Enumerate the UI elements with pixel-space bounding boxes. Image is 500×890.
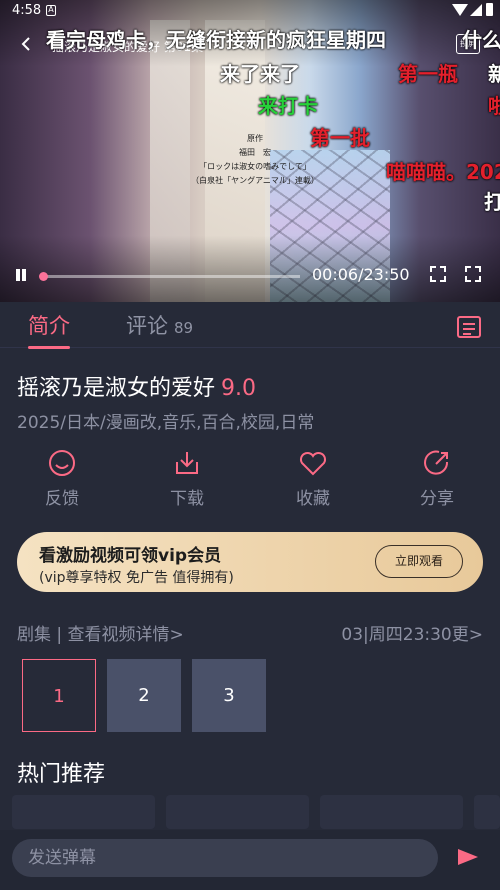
landscape-fullscreen-icon[interactable]: [430, 266, 446, 282]
danmaku-comment: 打: [484, 190, 500, 214]
danmaku-list-icon[interactable]: [457, 316, 481, 338]
seek-bar-handle[interactable]: [39, 272, 49, 281]
status-time: 4:58: [12, 3, 42, 18]
tab-intro[interactable]: 简介: [28, 310, 70, 349]
send-icon[interactable]: [458, 849, 478, 865]
rating-score: 9.0: [221, 376, 257, 401]
recommend-cards: [12, 795, 500, 829]
back-arrow-icon[interactable]: [18, 36, 36, 54]
feedback-label: 反馈: [45, 489, 79, 509]
feedback-button[interactable]: 反馈: [17, 448, 107, 509]
anime-tags: 2025/日本/漫画改,音乐,百合,校园,日常: [17, 413, 315, 433]
anime-title: 摇滚乃是淑女的爱好: [17, 376, 216, 401]
battery-icon: [486, 3, 493, 16]
action-row: 反馈 下载 收藏 分享: [0, 448, 500, 510]
hot-recommend-title: 热门推荐: [17, 762, 106, 787]
episode-header: 剧集 | 查看视频详情> 03|周四23:30更>: [17, 620, 483, 645]
vip-headline: 看激励视频可领vip会员: [39, 546, 222, 566]
status-bar: 4:58 A: [0, 0, 500, 22]
pause-icon[interactable]: [14, 268, 28, 282]
share-icon: [422, 448, 452, 478]
detail-tabs: 简介 评论 89: [0, 302, 500, 349]
credit-line: 福田 宏: [239, 148, 271, 157]
anime-title-row: 摇滚乃是淑女的爱好 9.0: [17, 370, 256, 402]
credit-line: 原作: [247, 134, 263, 143]
app-notification-icon: A: [46, 5, 56, 16]
episode-details-link[interactable]: 剧集 | 查看视频详情>: [17, 625, 184, 645]
danmaku-comment: 来打卡: [258, 94, 318, 118]
download-icon: [172, 448, 202, 478]
danmaku-comment: 第一瓶: [398, 62, 458, 86]
anime-credit-overlay: 原作 福田 宏 「ロックは淑女の嗜みでして」 （白泉社「ヤングアニマル」連載）: [190, 132, 320, 188]
heart-icon: [298, 448, 328, 478]
share-button[interactable]: 分享: [392, 448, 482, 509]
download-button[interactable]: 下载: [142, 448, 232, 509]
credit-line: 「ロックは淑女の嗜みでして」: [199, 162, 311, 171]
episode-button[interactable]: 1: [22, 659, 96, 732]
tab-comments-label: 评论: [126, 314, 168, 338]
episode-button[interactable]: 2: [107, 659, 181, 732]
danmaku-comment: 啦: [488, 94, 500, 118]
signal-icon: [470, 4, 482, 16]
recommend-card[interactable]: [474, 795, 500, 829]
episode-button[interactable]: 3: [192, 659, 266, 732]
favorite-label: 收藏: [296, 489, 330, 509]
danmaku-comment: 新: [488, 62, 500, 86]
favorite-button[interactable]: 收藏: [268, 448, 358, 509]
vip-banner[interactable]: 看激励视频可领vip会员 (vip尊享特权 免广告 值得拥有) 立即观看: [17, 532, 483, 592]
recommend-card[interactable]: [12, 795, 155, 829]
playback-time: 00:06/23:50: [312, 265, 410, 284]
fullscreen-icon[interactable]: [465, 266, 481, 282]
smile-icon: [47, 448, 77, 478]
update-schedule-link[interactable]: 03|周四23:30更>: [341, 620, 483, 645]
danmaku-input[interactable]: 发送弹幕: [12, 839, 438, 877]
recommend-card[interactable]: [320, 795, 463, 829]
wifi-icon: [452, 4, 468, 16]
credit-line: （白泉社「ヤングアニマル」連載）: [191, 176, 319, 185]
danmaku-comment: 看完母鸡卡，无缝衔接新的疯狂星期四: [46, 28, 386, 52]
recommend-card[interactable]: [166, 795, 309, 829]
vip-subline: (vip尊享特权 免广告 值得拥有): [39, 570, 234, 586]
seek-bar[interactable]: [39, 272, 300, 281]
danmaku-comment: 什么: [462, 28, 500, 52]
watch-now-button[interactable]: 立即观看: [375, 545, 463, 578]
download-label: 下载: [170, 489, 204, 509]
share-label: 分享: [420, 489, 454, 509]
tab-comments[interactable]: 评论 89: [126, 310, 193, 340]
danmaku-comment: 来了来了: [220, 62, 300, 86]
video-player[interactable]: 4:58 A 摇滚乃是淑女的爱好 第01集 投屏 看完母鸡卡，无缝衔接新的疯狂星…: [0, 0, 500, 302]
danmaku-comment: 喵喵喵。202: [386, 160, 500, 184]
danmaku-input-bar: 发送弹幕: [0, 830, 500, 890]
comment-count: 89: [174, 319, 194, 337]
